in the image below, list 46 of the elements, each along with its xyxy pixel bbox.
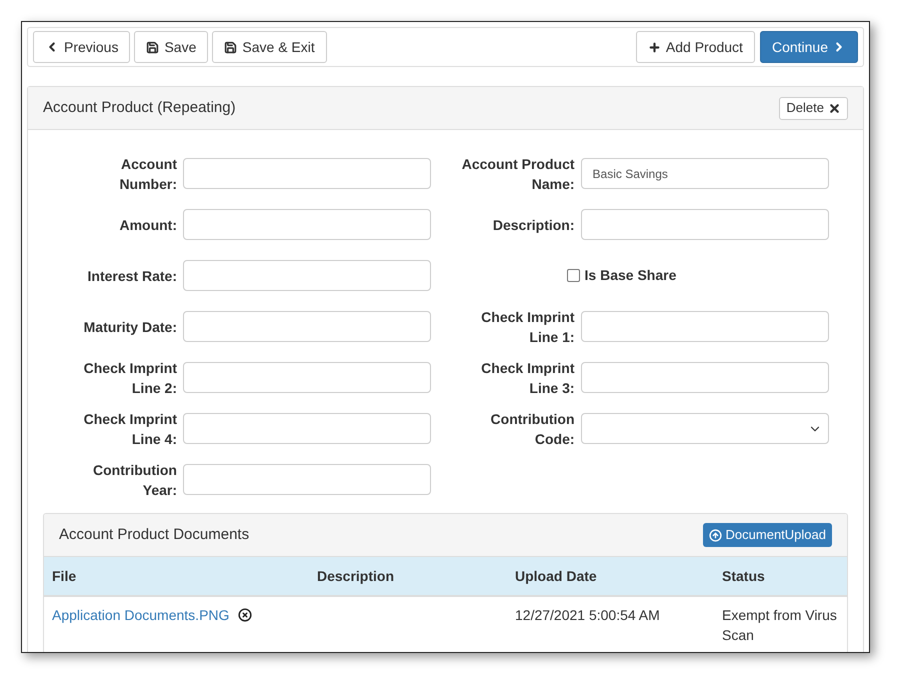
input-field[interactable]	[580, 209, 829, 240]
table-cell: 12/27/2021 5:00:54 AM	[515, 607, 660, 623]
column-header: Status	[721, 566, 766, 586]
column-header: File	[51, 566, 78, 586]
add-product-button[interactable]: Add Product	[636, 31, 755, 63]
continue-button[interactable]: Continue	[760, 31, 858, 63]
input-field[interactable]: Basic Savings	[580, 158, 829, 189]
checkbox[interactable]	[566, 269, 580, 282]
remove-icon[interactable]	[238, 608, 252, 622]
input-field[interactable]	[183, 209, 431, 240]
field-label: Account Product Name:	[460, 154, 575, 194]
input-field[interactable]	[183, 311, 431, 342]
close-icon	[828, 102, 841, 114]
table-cell: Exempt from Virus Scan	[722, 607, 837, 643]
field-label: Maturity Date:	[82, 318, 177, 336]
documents-title: Account Product Documents	[59, 524, 250, 545]
field-label: Interest Rate:	[86, 266, 177, 286]
input-field[interactable]	[183, 413, 431, 444]
field-label: Check Imprint Line 2:	[82, 358, 177, 398]
column-header: Description	[316, 566, 396, 586]
input-field[interactable]	[580, 311, 829, 342]
input-field[interactable]	[580, 362, 829, 393]
field-label: Amount:	[118, 216, 177, 234]
column-header: Upload Date	[514, 566, 598, 586]
field-label: Contribution Code:	[490, 410, 575, 448]
field-label: Check Imprint Line 1:	[480, 308, 575, 346]
toolbar-button[interactable]: Save & Exit	[212, 31, 327, 63]
input-field[interactable]	[183, 464, 431, 495]
upload-icon	[708, 528, 722, 542]
file-link[interactable]: Application Documents.PNG	[52, 605, 230, 625]
toolbar-button[interactable]: Save	[134, 31, 208, 63]
field-label: Check Imprint Line 4:	[82, 410, 177, 448]
input-field[interactable]	[183, 362, 431, 393]
field-label: Contribution Year:	[92, 460, 177, 500]
panel-title: Account Product (Repeating)	[43, 98, 236, 118]
delete-button[interactable]: Delete	[779, 96, 848, 120]
field-label: Account Number:	[118, 154, 177, 194]
checkbox-label[interactable]: Is Base Share	[566, 265, 676, 286]
field-label: Check Imprint Line 3:	[480, 358, 575, 398]
input-field[interactable]	[183, 260, 431, 291]
plus-icon	[648, 40, 661, 54]
toolbar-button[interactable]: Previous	[33, 31, 130, 63]
input-field[interactable]	[183, 158, 431, 189]
field-label: Description:	[492, 216, 575, 234]
select-field[interactable]	[580, 413, 829, 444]
document-upload-button[interactable]: DocumentUpload	[702, 523, 832, 547]
